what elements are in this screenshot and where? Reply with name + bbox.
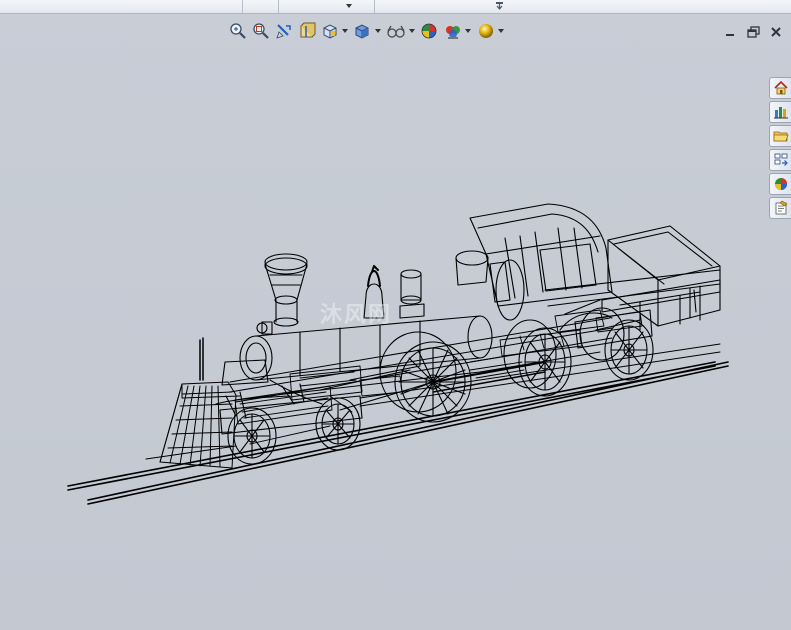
view-settings-icon	[479, 24, 493, 38]
apply-scene-icon	[446, 26, 460, 39]
strip-separator	[374, 0, 375, 13]
top-strip	[0, 0, 791, 14]
display-style-icon	[355, 24, 369, 39]
minimize-icon	[726, 34, 734, 36]
smokestack	[264, 253, 308, 327]
section-view-icon	[300, 22, 316, 38]
previous-view-icon	[276, 24, 291, 39]
view-orientation-icon	[323, 24, 337, 39]
chevron-down-icon[interactable]	[346, 4, 352, 8]
view-orientation-button[interactable]	[320, 20, 340, 42]
chevron-down-icon[interactable]	[342, 29, 348, 33]
chevron-down-icon[interactable]	[465, 29, 471, 33]
watermark-text: 沐风网	[320, 303, 393, 328]
chevron-down-icon[interactable]	[409, 29, 415, 33]
strip-separator	[242, 0, 243, 13]
section-view-button[interactable]	[297, 20, 317, 42]
edit-appearance-icon	[421, 23, 437, 39]
zoom-to-fit-icon	[230, 23, 246, 39]
pane-handle-icon[interactable]	[495, 1, 504, 11]
rail-track	[67, 361, 729, 505]
strip-separator	[278, 0, 279, 13]
locomotive-wireframe-model[interactable]	[0, 45, 791, 630]
hide-show-items-icon	[387, 25, 405, 38]
zoom-to-area-button[interactable]	[251, 20, 271, 42]
tender	[544, 225, 721, 331]
apply-scene-button[interactable]	[443, 20, 463, 42]
cab	[455, 203, 613, 321]
view-settings-button[interactable]	[476, 20, 496, 42]
display-style-button[interactable]	[352, 20, 372, 42]
zoom-to-area-icon	[253, 23, 269, 39]
chevron-down-icon[interactable]	[375, 29, 381, 33]
chevron-down-icon[interactable]	[498, 29, 504, 33]
minimize-button[interactable]	[723, 25, 737, 39]
zoom-to-fit-button[interactable]	[228, 20, 248, 42]
frame	[229, 317, 721, 407]
cowcatcher	[159, 337, 241, 469]
close-icon	[771, 27, 781, 37]
previous-view-button[interactable]	[274, 20, 294, 42]
restore-button[interactable]	[746, 25, 760, 39]
hide-show-items-button[interactable]	[386, 20, 406, 42]
restore-icon	[746, 25, 760, 38]
graphics-area[interactable]: 沐风网	[0, 45, 791, 630]
close-button[interactable]	[769, 25, 783, 39]
edit-appearance-button[interactable]	[419, 20, 439, 42]
